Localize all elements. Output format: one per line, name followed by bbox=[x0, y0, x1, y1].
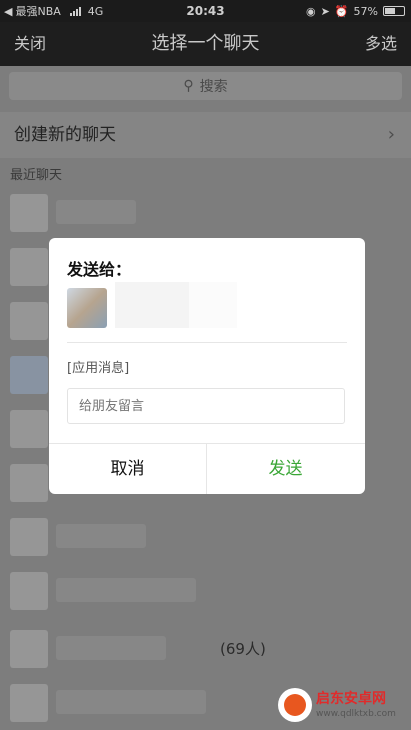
avatar bbox=[10, 518, 48, 556]
multi-select-button[interactable]: 多选 bbox=[365, 22, 397, 66]
chevron-right-icon: › bbox=[387, 124, 395, 145]
search-icon: ⚲ bbox=[183, 78, 194, 94]
nav-bar: 关闭 选择一个聊天 多选 bbox=[0, 22, 411, 66]
location-icon: ➤ bbox=[320, 4, 330, 18]
status-bar: ◀ 最强NBA 4G 20:43 ◉ ➤ ⏰ 57% bbox=[0, 0, 411, 22]
chat-name-obscured bbox=[56, 636, 166, 660]
create-new-chat-row[interactable]: 创建新的聊天 › bbox=[0, 112, 411, 158]
recent-chats-header: 最近聊天 bbox=[10, 168, 63, 183]
status-right: ◉ ➤ ⏰ 57% bbox=[306, 0, 405, 22]
page-title: 选择一个聊天 bbox=[151, 33, 260, 54]
app-message-label: [应用消息] bbox=[67, 361, 130, 376]
chat-name-obscured bbox=[56, 200, 136, 224]
cancel-button[interactable]: 取消 bbox=[49, 444, 206, 494]
send-to-dialog: 发送给： [应用消息] 取消 发送 bbox=[49, 238, 365, 494]
avatar bbox=[10, 248, 48, 286]
avatar bbox=[10, 356, 48, 394]
recent-chat-row[interactable] bbox=[0, 186, 411, 240]
dialog-heading: 发送给： bbox=[67, 260, 132, 279]
alarm-icon: ⏰ bbox=[334, 4, 349, 18]
avatar bbox=[10, 302, 48, 340]
recent-chat-row[interactable]: (69人) bbox=[0, 622, 411, 676]
message-input[interactable] bbox=[67, 388, 345, 424]
chat-name-obscured bbox=[56, 524, 146, 548]
create-new-chat-label: 创建新的聊天 bbox=[14, 125, 116, 145]
orientation-lock-icon: ◉ bbox=[306, 4, 316, 18]
search-placeholder: 搜索 bbox=[199, 79, 228, 95]
battery-percent: 57% bbox=[353, 4, 378, 18]
group-member-count: (69人) bbox=[220, 640, 266, 658]
recent-chat-row[interactable] bbox=[0, 510, 411, 564]
watermark: 启东安卓网 www.qdlktxb.com bbox=[278, 684, 408, 726]
divider bbox=[67, 342, 347, 343]
recipient-name-obscured bbox=[115, 282, 189, 328]
recent-chat-row[interactable] bbox=[0, 564, 411, 618]
watermark-text: 启东安卓网 www.qdlktxb.com bbox=[316, 690, 396, 720]
watermark-title: 启东安卓网 bbox=[316, 691, 386, 707]
avatar bbox=[10, 464, 48, 502]
chat-name-obscured bbox=[56, 690, 206, 714]
watermark-logo-icon bbox=[278, 688, 312, 722]
avatar bbox=[10, 572, 48, 610]
recipient-avatar bbox=[67, 288, 107, 328]
battery-icon bbox=[383, 6, 405, 16]
chat-name-obscured bbox=[56, 578, 196, 602]
recipient-name-obscured bbox=[189, 282, 237, 328]
avatar bbox=[10, 410, 48, 448]
avatar bbox=[10, 684, 48, 722]
search-bar[interactable]: ⚲ 搜索 bbox=[9, 72, 402, 100]
dialog-button-bar: 取消 发送 bbox=[49, 443, 365, 494]
watermark-url: www.qdlktxb.com bbox=[316, 709, 396, 719]
avatar bbox=[10, 630, 48, 668]
avatar bbox=[10, 194, 48, 232]
send-button[interactable]: 发送 bbox=[207, 444, 364, 494]
